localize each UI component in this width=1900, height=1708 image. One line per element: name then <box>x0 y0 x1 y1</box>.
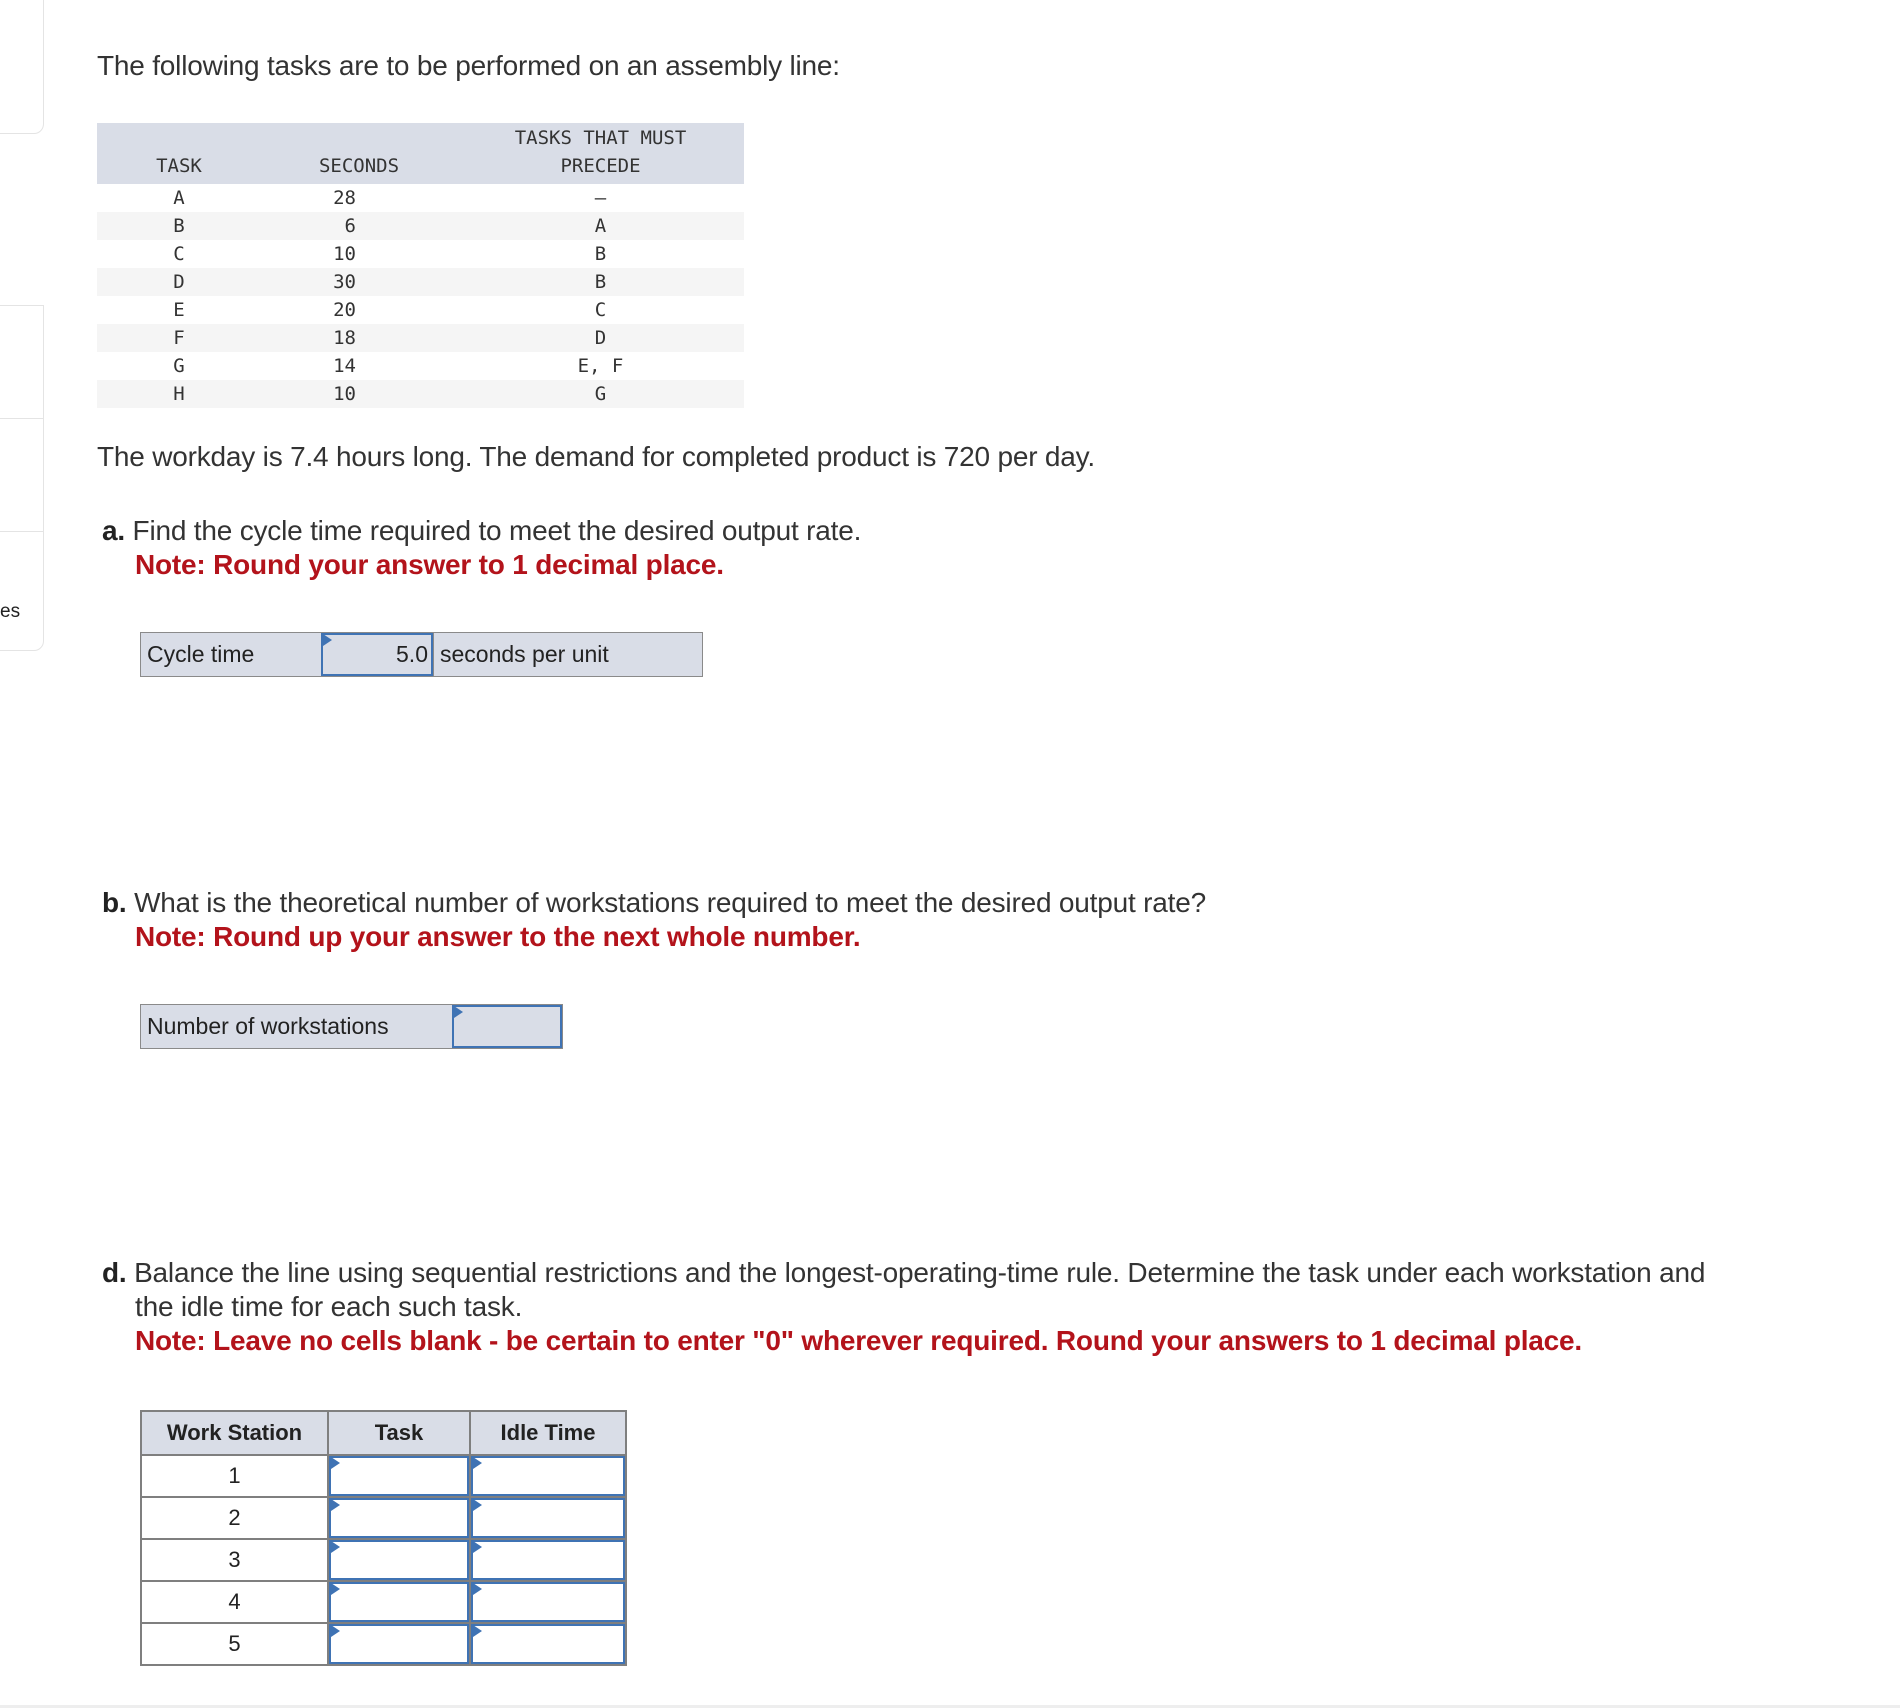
part-b-question: b. What is the theoretical number of wor… <box>102 887 1206 952</box>
part-a-question: a. Find the cycle time required to meet … <box>102 515 862 580</box>
sidebar-card[interactable] <box>0 418 44 531</box>
table-row: 5 <box>140 1622 627 1666</box>
header-task: Task <box>327 1410 471 1456</box>
part-d-note: Note: Leave no cells blank - be certain … <box>135 1325 1583 1356</box>
table-row: 2 <box>140 1496 627 1540</box>
station-number: 2 <box>140 1496 329 1540</box>
task-input[interactable] <box>327 1580 471 1624</box>
idle-time-input[interactable] <box>469 1622 627 1666</box>
workstations-input[interactable] <box>452 1005 562 1048</box>
task-table-header: TASK SECONDS TASKS THAT MUST PRECEDE <box>97 123 744 184</box>
part-b-note: Note: Round up your answer to the next w… <box>135 921 861 952</box>
table-row: C 10 B <box>173 243 607 265</box>
header-seconds: SECONDS <box>261 123 457 184</box>
idle-time-input[interactable] <box>469 1580 627 1624</box>
table-row: A 28— <box>173 187 607 209</box>
table-row: B6A <box>97 212 744 240</box>
table-row: E 20 C <box>173 299 607 321</box>
header-work-station: Work Station <box>140 1410 329 1456</box>
part-a-note: Note: Round your answer to 1 decimal pla… <box>135 549 724 580</box>
flag-icon <box>331 1583 340 1595</box>
workstations-row: Number of workstations <box>140 1004 563 1049</box>
header-precede: TASKS THAT MUST PRECEDE <box>457 123 744 184</box>
idle-time-input[interactable] <box>469 1496 627 1540</box>
task-input[interactable] <box>327 1496 471 1540</box>
table-row: 1 <box>140 1454 627 1498</box>
flag-icon <box>473 1625 482 1637</box>
cycle-time-unit: seconds per unit <box>433 633 609 676</box>
workstation-table: Work Station Task Idle Time 1 2 3 4 5 <box>140 1410 627 1666</box>
flag-icon <box>331 1457 340 1469</box>
table-row: 4 <box>140 1580 627 1624</box>
flag-icon <box>331 1541 340 1553</box>
station-number: 3 <box>140 1538 329 1582</box>
station-number: 1 <box>140 1454 329 1498</box>
task-input[interactable] <box>327 1454 471 1498</box>
table-row: D 30 B <box>97 268 744 296</box>
workday-text: The workday is 7.4 hours long. The deman… <box>97 441 1095 472</box>
table-row: 3 <box>140 1538 627 1582</box>
header-idle-time: Idle Time <box>469 1410 627 1456</box>
flag-icon <box>473 1457 482 1469</box>
sidebar-card[interactable] <box>0 0 44 134</box>
flag-icon <box>323 634 332 646</box>
flag-icon <box>454 1006 464 1018</box>
flag-icon <box>473 1541 482 1553</box>
table-row: H 10 G <box>97 380 744 408</box>
station-number: 4 <box>140 1580 329 1624</box>
idle-time-input[interactable] <box>469 1454 627 1498</box>
cycle-time-row: Cycle time 5.0 seconds per unit <box>140 632 703 677</box>
station-number: 5 <box>140 1622 329 1666</box>
task-input[interactable] <box>327 1622 471 1666</box>
flag-icon <box>331 1625 340 1637</box>
table-row: G 14 E, F <box>173 355 624 377</box>
flag-icon <box>473 1499 482 1511</box>
sidebar-card[interactable] <box>0 531 44 651</box>
cycle-time-label: Cycle time <box>147 641 255 667</box>
sidebar-partial-label: es <box>0 601 21 622</box>
idle-time-input[interactable] <box>469 1538 627 1582</box>
header-task: TASK <box>97 123 261 184</box>
task-input[interactable] <box>327 1538 471 1582</box>
workstations-label: Number of workstations <box>147 1013 389 1039</box>
part-d-question: d. Balance the line using sequential res… <box>102 1257 1706 1356</box>
flag-icon <box>473 1583 482 1595</box>
task-table: TASK SECONDS TASKS THAT MUST PRECEDE A 28—… <box>97 123 744 408</box>
table-row: F 18 D <box>97 324 744 352</box>
sidebar-card[interactable] <box>0 305 44 418</box>
flag-icon <box>331 1499 340 1511</box>
cycle-time-input[interactable]: 5.0 <box>321 633 433 676</box>
intro-text: The following tasks are to be performed … <box>97 50 840 81</box>
